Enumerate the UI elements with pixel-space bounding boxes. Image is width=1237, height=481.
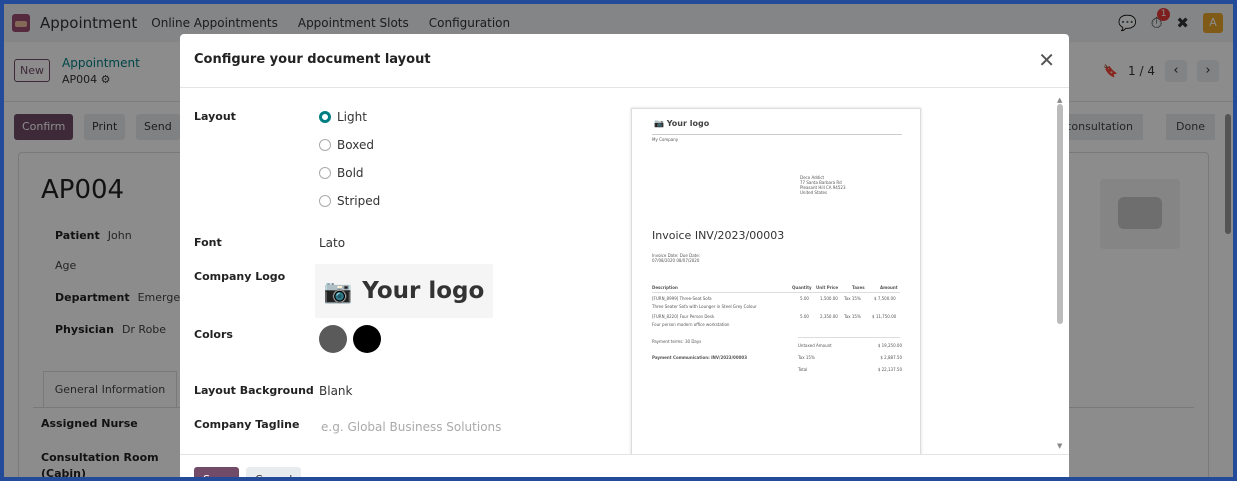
preview-logo: 📷 Your logo [654, 119, 710, 128]
document-preview: 📷 Your logo My Company Deco Addict 77 Sa… [631, 108, 921, 454]
layout-option-light[interactable]: Light [319, 110, 367, 124]
preview-address: Deco Addict 77 Santa Barbara Rd Pleasant… [800, 175, 846, 195]
preview-line-1-desc: Three Seater Sofa with Lounger in Steel … [652, 304, 757, 309]
layout-option-striped[interactable]: Striped [319, 194, 380, 208]
preview-invoice-title: Invoice INV/2023/00003 [652, 229, 785, 242]
close-icon[interactable]: ✕ [1038, 48, 1055, 72]
app-window: Appointment Online Appointments Appointm… [0, 0, 1237, 481]
preview-untaxed: Untaxed Amount $ 19,250.00 [798, 343, 902, 348]
company-logo-upload[interactable]: 📷 Your logo [315, 264, 493, 318]
preview-payment-communication: Payment Communication: INV/2023/00003 [652, 355, 747, 360]
font-label: Font [194, 236, 222, 249]
primary-color-swatch[interactable] [319, 325, 347, 353]
secondary-color-swatch[interactable] [353, 325, 381, 353]
preview-header-line [652, 292, 900, 293]
scroll-thumb[interactable] [1057, 104, 1063, 324]
layout-label: Layout [194, 110, 236, 123]
layout-option-boxed[interactable]: Boxed [319, 138, 374, 152]
preview-line-2: [FURN_8220] Four Person Desk 5.00 2,350.… [652, 314, 897, 319]
dialog-scrollbar[interactable]: ▲ ▼ [1057, 96, 1063, 450]
company-tagline-label: Company Tagline [194, 418, 300, 431]
scroll-up-icon[interactable]: ▲ [1057, 96, 1062, 104]
save-button[interactable]: Save [194, 467, 240, 477]
company-logo-label: Company Logo [194, 270, 286, 283]
preview-tax: Tax 15% $ 2,887.50 [798, 355, 902, 360]
preview-totals-line [798, 337, 900, 338]
preview-line-1: [FURN_8999] Three-Seat Sofa 5.00 1,500.0… [652, 296, 896, 301]
radio-icon[interactable] [319, 195, 331, 207]
radio-icon[interactable] [319, 167, 331, 179]
preview-dates: Invoice Date: Due Date: 07/08/2020 08/07… [652, 253, 701, 263]
dialog-title: Configure your document layout [194, 52, 431, 67]
dialog-footer: Save Cancel [180, 454, 1069, 477]
preview-payment-terms: Payment terms: 30 Days [652, 339, 702, 344]
company-tagline-input[interactable]: e.g. Global Business Solutions [321, 420, 501, 434]
radio-icon[interactable] [319, 139, 331, 151]
preview-header-rule [652, 134, 902, 135]
preview-table-header: Description Quantity Unit Price Taxes Am… [652, 285, 898, 290]
colors-label: Colors [194, 328, 233, 341]
preview-company: My Company [652, 137, 679, 142]
preview-line-2-desc: Four person modern office workstation [652, 322, 730, 327]
font-select[interactable]: Lato [319, 236, 345, 250]
dialog-body: Layout Light Boxed Bold Striped Font Lat… [180, 88, 1069, 454]
cancel-button[interactable]: Cancel [246, 467, 302, 477]
layout-background-select[interactable]: Blank [319, 384, 352, 398]
camera-icon: 📷 [323, 278, 353, 305]
dialog-header: Configure your document layout ✕ [180, 34, 1069, 88]
layout-option-bold[interactable]: Bold [319, 166, 364, 180]
layout-background-label: Layout Background [194, 384, 314, 397]
scroll-down-icon[interactable]: ▼ [1057, 442, 1062, 450]
radio-checked-icon[interactable] [319, 111, 331, 123]
preview-total: Total $ 22,137.50 [798, 367, 902, 372]
document-layout-dialog: Configure your document layout ✕ Layout … [180, 34, 1069, 477]
